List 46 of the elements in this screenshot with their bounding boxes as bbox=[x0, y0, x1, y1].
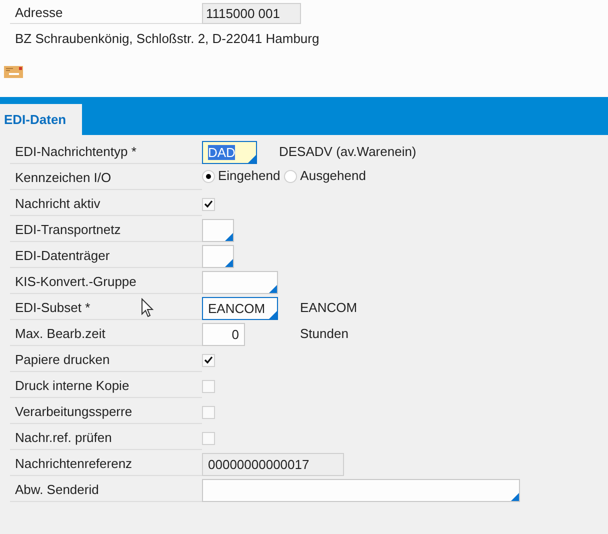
input-field[interactable]: EANCOM bbox=[202, 296, 278, 320]
field-label: EDI-Nachrichtentyp * bbox=[14, 142, 136, 161]
field-label: Nachr.ref. prüfen bbox=[14, 428, 112, 447]
description-text: Stunden bbox=[300, 325, 348, 344]
description-text: EANCOM bbox=[300, 299, 358, 318]
input-field[interactable] bbox=[202, 218, 234, 242]
mouse-pointer-icon bbox=[141, 298, 154, 318]
value-help-icon[interactable] bbox=[269, 284, 277, 292]
value-help-icon[interactable] bbox=[269, 310, 277, 318]
readonly-field: 1115000 001 bbox=[202, 2, 301, 24]
field-label: EDI-Datenträger bbox=[14, 246, 110, 265]
address-text: BZ Schraubenkönig, Schloßstr. 2, D-22041 Hamburg bbox=[15, 30, 320, 48]
field-label: Druck interne Kopie bbox=[14, 376, 130, 395]
tab[interactable]: EDI-Daten bbox=[0, 104, 82, 135]
radio-button[interactable] bbox=[202, 170, 215, 182]
radio-button[interactable] bbox=[284, 170, 298, 182]
input-field[interactable] bbox=[202, 244, 234, 268]
field-label: Adresse bbox=[14, 4, 63, 22]
input-field[interactable]: 0 bbox=[202, 322, 245, 346]
radio-label[interactable]: Eingehend bbox=[218, 166, 280, 186]
input-field[interactable]: DAD bbox=[202, 140, 257, 164]
envelope-icon[interactable] bbox=[4, 66, 23, 78]
checkbox[interactable] bbox=[202, 380, 215, 392]
field-label: Kennzeichen I/O bbox=[14, 168, 112, 187]
radio-label[interactable]: Ausgehend bbox=[300, 166, 366, 186]
field-label: Verarbeitungssperre bbox=[14, 402, 132, 421]
field-label: Nachrichtenreferenz bbox=[14, 454, 132, 473]
field-label: Papiere drucken bbox=[14, 350, 110, 369]
field-label: Nachricht aktiv bbox=[14, 194, 100, 213]
input-field[interactable] bbox=[202, 478, 520, 502]
field-label: Abw. Senderid bbox=[14, 480, 99, 499]
checkbox[interactable] bbox=[202, 198, 215, 210]
input-field[interactable] bbox=[202, 270, 278, 294]
field-label: EDI-Transportnetz bbox=[14, 220, 121, 239]
value-help-icon[interactable] bbox=[225, 232, 233, 240]
readonly-field: 00000000000017 bbox=[202, 452, 344, 476]
checkbox[interactable] bbox=[202, 406, 215, 418]
checkbox[interactable] bbox=[202, 354, 215, 366]
value-help-icon[interactable] bbox=[511, 492, 519, 500]
field-label: EDI-Subset * bbox=[14, 298, 90, 317]
checkbox[interactable] bbox=[202, 432, 215, 444]
field-label: Max. Bearb.zeit bbox=[14, 324, 106, 343]
description-text: DESADV (av.Warenein) bbox=[279, 143, 416, 162]
value-help-icon[interactable] bbox=[248, 154, 256, 162]
value-help-icon[interactable] bbox=[225, 258, 233, 266]
field-label: KIS-Konvert.-Gruppe bbox=[14, 272, 136, 291]
